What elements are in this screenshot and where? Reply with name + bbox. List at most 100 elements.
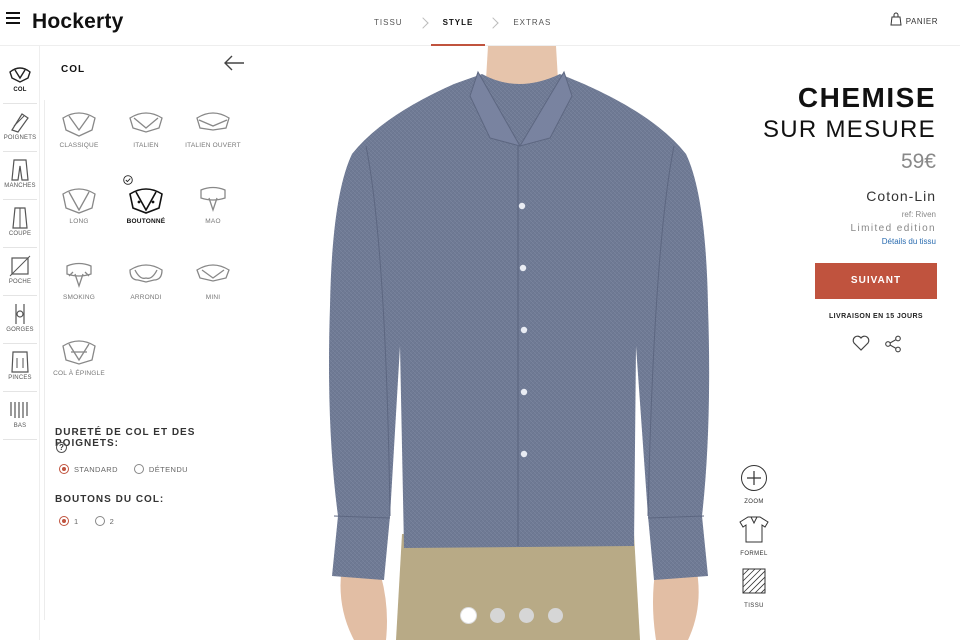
radio-label: DÉTENDU <box>148 464 188 474</box>
brand-logo[interactable]: Hockerty <box>32 10 123 34</box>
product-price: 59€ <box>900 150 936 173</box>
collar-option-smoking[interactable]: SMOKING <box>46 260 112 322</box>
rail-label: BAS <box>13 423 27 429</box>
shirt-model-image <box>329 46 710 640</box>
collar-label: MINI <box>205 294 221 301</box>
rail-item-coupe[interactable]: COUPE <box>3 202 37 248</box>
top-header: Hockerty TISSU STYLE EXTRAS PANIER <box>0 0 960 46</box>
collar-mao-icon <box>200 186 226 213</box>
chevron-right-icon <box>487 17 500 29</box>
fabric-ref: ref: Riven <box>901 210 936 219</box>
collar-smoking-icon <box>66 262 92 289</box>
options-panel: COL CLASSIQUE ITALIEN ITALIEN OUVERT LON… <box>46 46 256 640</box>
collar-option-italien[interactable]: ITALIEN <box>113 108 179 170</box>
rail-item-poignets[interactable]: POIGNETS <box>3 106 37 152</box>
product-title-line2: SUR MESURE <box>762 116 936 143</box>
rail-item-bas[interactable]: BAS <box>3 394 37 440</box>
next-button[interactable]: SUIVANT <box>815 263 937 299</box>
rail-item-pinces[interactable]: PINCES <box>3 346 37 392</box>
collar-boutonne-icon <box>129 188 163 214</box>
collar-option-arrondi[interactable]: ARRONDI <box>113 260 179 322</box>
collar-buttons-options: 1 2 <box>59 516 114 526</box>
collar-label: ITALIEN OUVERT <box>185 142 241 149</box>
step-tissu[interactable]: TISSU <box>360 0 417 46</box>
stiffness-title: DURETÉ DE COL ET DES POIGNETS: <box>55 427 196 449</box>
panel-divider <box>44 100 45 620</box>
rail-item-manches[interactable]: MANCHES <box>3 154 37 200</box>
rail-label: POIGNETS <box>3 135 37 141</box>
collar-mini-icon <box>196 264 230 282</box>
rail-label: POCHE <box>8 279 32 285</box>
share-icon[interactable] <box>884 335 902 353</box>
collar-buttons-title: BOUTONS DU COL: <box>55 494 165 505</box>
radio-dot <box>59 464 69 474</box>
collar-option-boutonne[interactable]: BOUTONNÉ <box>113 175 179 246</box>
back-arrow-icon[interactable] <box>222 54 246 72</box>
collar-option-long[interactable]: LONG <box>46 184 112 246</box>
rail-item-col[interactable]: COL <box>3 58 37 104</box>
hem-icon <box>10 402 28 418</box>
step-extras[interactable]: EXTRAS <box>499 0 565 46</box>
collar-label: MAO <box>205 218 221 225</box>
radio-detendu[interactable]: DÉTENDU <box>133 464 188 474</box>
collar-long-icon <box>62 188 96 214</box>
radio-label: STANDARD <box>74 464 118 474</box>
collar-option-classique[interactable]: CLASSIQUE <box>46 108 112 170</box>
panel-title: COL <box>61 64 86 75</box>
collar-icon <box>9 67 31 83</box>
collar-label: BOUTONNÉ <box>126 218 166 225</box>
collar-label: ARRONDI <box>130 294 162 301</box>
step-style[interactable]: STYLE <box>429 0 488 46</box>
fabric-name: Coton-Lin <box>866 188 936 204</box>
carousel-dot[interactable] <box>490 608 505 623</box>
cart-label: PANIER <box>905 17 938 26</box>
collar-option-mao[interactable]: MAO <box>180 184 246 246</box>
heart-icon[interactable] <box>852 335 870 351</box>
radio-buttons-1[interactable]: 1 <box>59 516 79 526</box>
radio-dot <box>94 516 105 526</box>
collar-italien-ouvert-icon <box>196 112 230 131</box>
sleeve-icon <box>11 159 29 181</box>
rail-item-gorges[interactable]: GORGES <box>3 298 37 344</box>
darts-icon <box>11 351 29 373</box>
collar-option-italien-ouvert[interactable]: ITALIEN OUVERT <box>180 108 246 170</box>
product-title-line1: CHEMISE <box>797 82 936 113</box>
rail-label: COUPE <box>8 231 32 237</box>
category-rail: COL POIGNETS MANCHES COUPE POCHE GORGES … <box>0 46 40 640</box>
radio-label: 2 <box>109 516 115 526</box>
menu-icon[interactable] <box>6 12 20 24</box>
collar-label: SMOKING <box>62 294 96 301</box>
radio-dot <box>59 516 69 526</box>
collar-classique-icon <box>62 112 96 137</box>
carousel-dot[interactable] <box>461 608 476 623</box>
radio-label: 1 <box>74 516 79 526</box>
radio-dot <box>133 464 144 474</box>
collar-option-epingle[interactable]: COL À ÉPINGLE <box>46 336 112 398</box>
rail-label: PINCES <box>8 375 32 381</box>
step-navigation: TISSU STYLE EXTRAS <box>360 0 565 46</box>
rail-label: COL <box>13 87 27 93</box>
carousel-dot[interactable] <box>548 608 563 623</box>
collar-label: COL À ÉPINGLE <box>53 370 105 377</box>
check-circle-icon <box>123 175 133 185</box>
pocket-icon <box>9 255 31 277</box>
cart-button[interactable]: PANIER <box>890 12 938 26</box>
product-stage: ZOOM FORMEL TISSU <box>256 46 786 640</box>
product-info: CHEMISE SUR MESURE 59€ Coton-Lin ref: Ri… <box>760 46 960 640</box>
carousel-dot[interactable] <box>519 608 534 623</box>
radio-buttons-2[interactable]: 2 <box>94 516 115 526</box>
collar-label: ITALIEN <box>133 142 159 149</box>
chevron-right-icon <box>416 17 429 29</box>
collar-label: CLASSIQUE <box>59 142 99 149</box>
radio-standard[interactable]: STANDARD <box>59 464 118 474</box>
rail-item-poche[interactable]: POCHE <box>3 250 37 296</box>
rail-label: GORGES <box>6 327 34 333</box>
help-icon[interactable]: ? <box>56 442 67 453</box>
collar-option-mini[interactable]: MINI <box>180 260 246 322</box>
placket-icon <box>15 304 25 324</box>
fit-icon <box>12 207 28 229</box>
collar-label: LONG <box>69 218 89 225</box>
cuff-icon <box>11 113 29 133</box>
fabric-details-link[interactable]: Détails du tissu <box>882 237 936 246</box>
collar-epingle-icon <box>62 340 96 365</box>
